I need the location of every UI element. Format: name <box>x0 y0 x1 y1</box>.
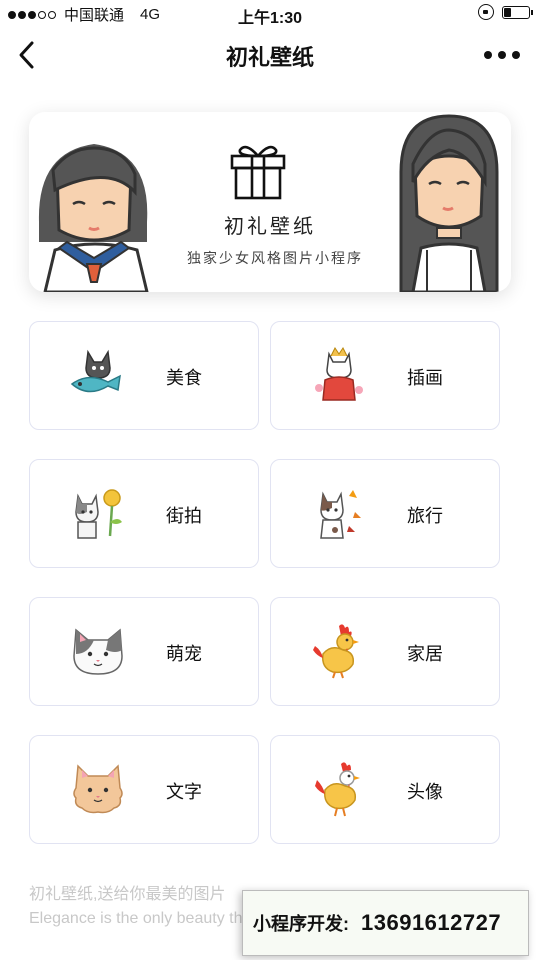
category-card-avatar[interactable]: 头像 <box>270 735 500 844</box>
banner-title: 初礼壁纸 <box>224 214 316 238</box>
category-card-home[interactable]: 家居 <box>270 597 500 706</box>
category-card-text[interactable]: 文字 <box>29 735 259 844</box>
orientation-lock-icon <box>478 4 494 20</box>
hero-banner[interactable]: 初礼壁纸 独家少女风格图片小程序 <box>29 112 511 292</box>
category-label: 文字 <box>166 782 202 802</box>
page-title: 初礼壁纸 <box>225 45 314 70</box>
category-label: 头像 <box>407 782 443 802</box>
rooster-icon <box>313 624 359 679</box>
category-card-illustration[interactable]: 插画 <box>270 321 500 430</box>
status-right <box>478 4 533 20</box>
developer-contact-badge[interactable]: 小程序开发: 13691612727 <box>242 890 529 956</box>
chicken-icon <box>315 762 360 817</box>
gift-icon <box>230 145 286 200</box>
cat-with-fish-icon <box>70 349 121 393</box>
category-label: 街拍 <box>166 506 202 526</box>
developer-label: 小程序开发: <box>253 914 349 934</box>
category-card-pets[interactable]: 萌宠 <box>29 597 259 706</box>
status-bar: 中国联通 4G 上午1:30 <box>0 0 540 28</box>
cat-in-kimono-icon <box>315 347 363 401</box>
status-time: 上午1:30 <box>237 10 303 27</box>
category-card-travel[interactable]: 旅行 <box>270 459 500 568</box>
cat-face-icon <box>73 628 123 675</box>
more-dots-icon[interactable] <box>484 44 520 66</box>
banner-subtitle: 独家少女风格图片小程序 <box>187 250 363 266</box>
battery-level <box>504 7 511 17</box>
developer-phone: 13691612727 <box>361 910 502 935</box>
fluffy-cat-icon <box>73 764 123 814</box>
cat-with-leaves-icon <box>320 490 361 539</box>
nav-bar: 初礼壁纸 <box>0 28 540 84</box>
category-label: 旅行 <box>407 506 443 526</box>
category-card-food[interactable]: 美食 <box>29 321 259 430</box>
category-label: 家居 <box>407 644 443 664</box>
category-label: 插画 <box>407 368 443 388</box>
category-label: 美食 <box>166 368 202 388</box>
cat-with-flower-icon <box>75 489 122 539</box>
category-label: 萌宠 <box>166 644 202 664</box>
footer-tagline-cn: 初礼壁纸,送给你最美的图片 <box>29 886 226 903</box>
category-card-street[interactable]: 街拍 <box>29 459 259 568</box>
battery-icon <box>502 5 533 19</box>
